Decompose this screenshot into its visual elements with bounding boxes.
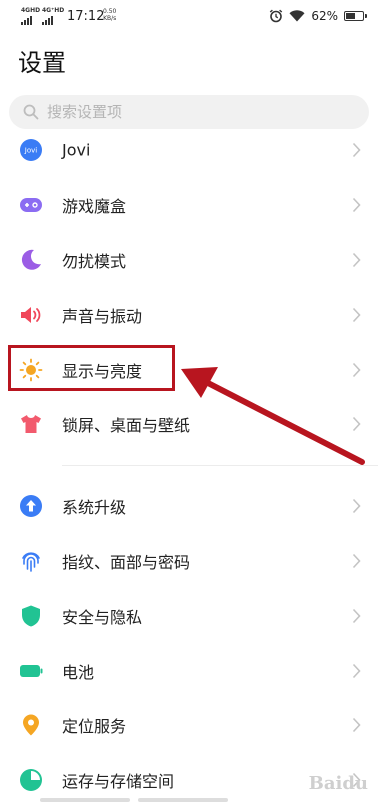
settings-item-label: 系统升级 <box>62 498 127 518</box>
settings-item-label: Jovi <box>62 140 91 160</box>
chevron-right-icon <box>352 718 361 733</box>
settings-list: Jovi Jovi 游戏魔盒 勿扰模式 声音与振动 显示与亮度 锁屏、桌面与壁纸… <box>0 123 378 808</box>
settings-item-label: 勿扰模式 <box>62 251 127 271</box>
clock: 17:12 <box>67 9 105 24</box>
chevron-right-icon <box>352 608 361 623</box>
svg-text:Jovi: Jovi <box>24 147 37 155</box>
network-speed: 0.50 KB/s <box>103 8 117 22</box>
settings-item-label: 游戏魔盒 <box>62 197 127 217</box>
pie-chart-icon <box>20 769 42 792</box>
chevron-right-icon <box>352 198 361 213</box>
settings-item-jovi[interactable]: Jovi Jovi <box>0 123 378 178</box>
chevron-right-icon <box>352 252 361 268</box>
alarm-icon <box>270 9 283 23</box>
shield-icon <box>22 605 40 627</box>
settings-item-security-privacy[interactable]: 安全与隐私 <box>0 588 378 643</box>
chevron-right-icon <box>352 553 361 569</box>
battery-percent: 62% <box>311 9 338 23</box>
wifi-icon <box>289 10 305 22</box>
section-divider <box>0 452 378 479</box>
settings-item-lockscreen-wallpaper[interactable]: 锁屏、桌面与壁纸 <box>0 397 378 452</box>
settings-item-label: 锁屏、桌面与壁纸 <box>62 416 191 436</box>
settings-item-do-not-disturb[interactable]: 勿扰模式 <box>0 233 378 288</box>
speaker-icon <box>21 306 41 323</box>
tshirt-icon <box>21 415 41 434</box>
chevron-right-icon <box>352 362 361 377</box>
settings-item-label: 电池 <box>62 662 95 682</box>
settings-item-fingerprint-face-password[interactable]: 指纹、面部与密码 <box>0 534 378 589</box>
battery-icon <box>20 664 43 677</box>
page-title: 设置 <box>18 49 66 77</box>
chevron-right-icon <box>352 307 361 322</box>
location-pin-icon <box>23 714 39 736</box>
settings-item-label: 定位服务 <box>62 717 127 737</box>
chevron-right-icon <box>352 663 361 678</box>
battery-icon <box>344 11 367 21</box>
settings-item-label: 指纹、面部与密码 <box>62 552 191 572</box>
game-controller-icon <box>20 198 42 213</box>
gesture-bar <box>40 798 130 802</box>
settings-item-location[interactable]: 定位服务 <box>0 698 378 753</box>
search-icon <box>23 104 39 120</box>
fingerprint-icon <box>22 552 40 572</box>
settings-item-label: 运存与存储空间 <box>62 772 175 792</box>
chevron-right-icon <box>352 499 361 514</box>
jovi-icon: Jovi <box>20 139 42 162</box>
settings-item-sound-vibration[interactable]: 声音与振动 <box>0 287 378 342</box>
status-bar: 4GHD 4G⁺HD 17:12 0.50 KB/s 62% <box>0 0 378 34</box>
settings-item-label: 声音与振动 <box>62 306 143 326</box>
moon-icon <box>21 249 41 270</box>
settings-item-system-update[interactable]: 系统升级 <box>0 479 378 534</box>
watermark: Baidu <box>308 773 368 794</box>
chevron-right-icon <box>352 143 361 158</box>
upgrade-arrow-icon <box>20 495 42 518</box>
settings-item-label: 安全与隐私 <box>62 607 143 627</box>
gesture-bar <box>138 798 228 802</box>
highlight-box <box>8 345 175 391</box>
settings-item-battery[interactable]: 电池 <box>0 643 378 698</box>
settings-item-game-box[interactable]: 游戏魔盒 <box>0 178 378 233</box>
chevron-right-icon <box>352 417 361 432</box>
